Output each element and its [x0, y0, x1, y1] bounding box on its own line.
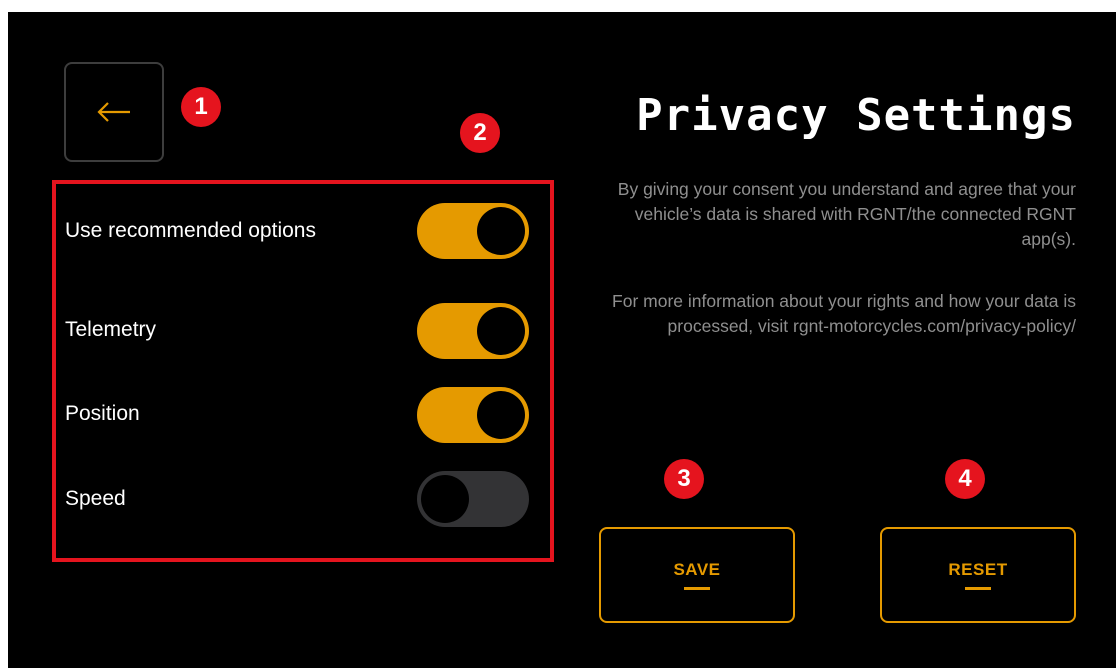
- save-button-underline: [684, 587, 710, 590]
- option-label-speed: Speed: [65, 487, 126, 510]
- toggle-knob: [477, 307, 525, 355]
- back-button[interactable]: [64, 62, 164, 162]
- save-button-label: SAVE: [673, 560, 721, 579]
- annotation-marker-2: 2: [460, 113, 500, 153]
- reset-button-underline: [965, 587, 991, 590]
- arrow-left-icon: [97, 102, 130, 122]
- option-label-position: Position: [65, 402, 140, 425]
- toggle-knob: [421, 475, 469, 523]
- option-label-recommended: Use recommended options: [65, 219, 316, 242]
- toggle-telemetry[interactable]: [417, 303, 529, 359]
- option-label-telemetry: Telemetry: [65, 318, 157, 341]
- reset-button-label: RESET: [948, 560, 1008, 579]
- save-button[interactable]: SAVE: [599, 527, 795, 623]
- annotation-marker-4: 4: [945, 459, 985, 499]
- toggle-knob: [477, 207, 525, 255]
- toggle-position[interactable]: [417, 387, 529, 443]
- toggle-recommended[interactable]: [417, 203, 529, 259]
- toggle-speed[interactable]: [417, 471, 529, 527]
- annotation-marker-3: 3: [664, 459, 704, 499]
- reset-button[interactable]: RESET: [880, 527, 1076, 623]
- annotation-marker-1: 1: [181, 87, 221, 127]
- toggle-knob: [477, 391, 525, 439]
- page-title: Privacy Settings: [636, 90, 1076, 141]
- consent-description: By giving your consent you understand an…: [617, 179, 1076, 249]
- rights-description: For more information about your rights a…: [612, 291, 1076, 336]
